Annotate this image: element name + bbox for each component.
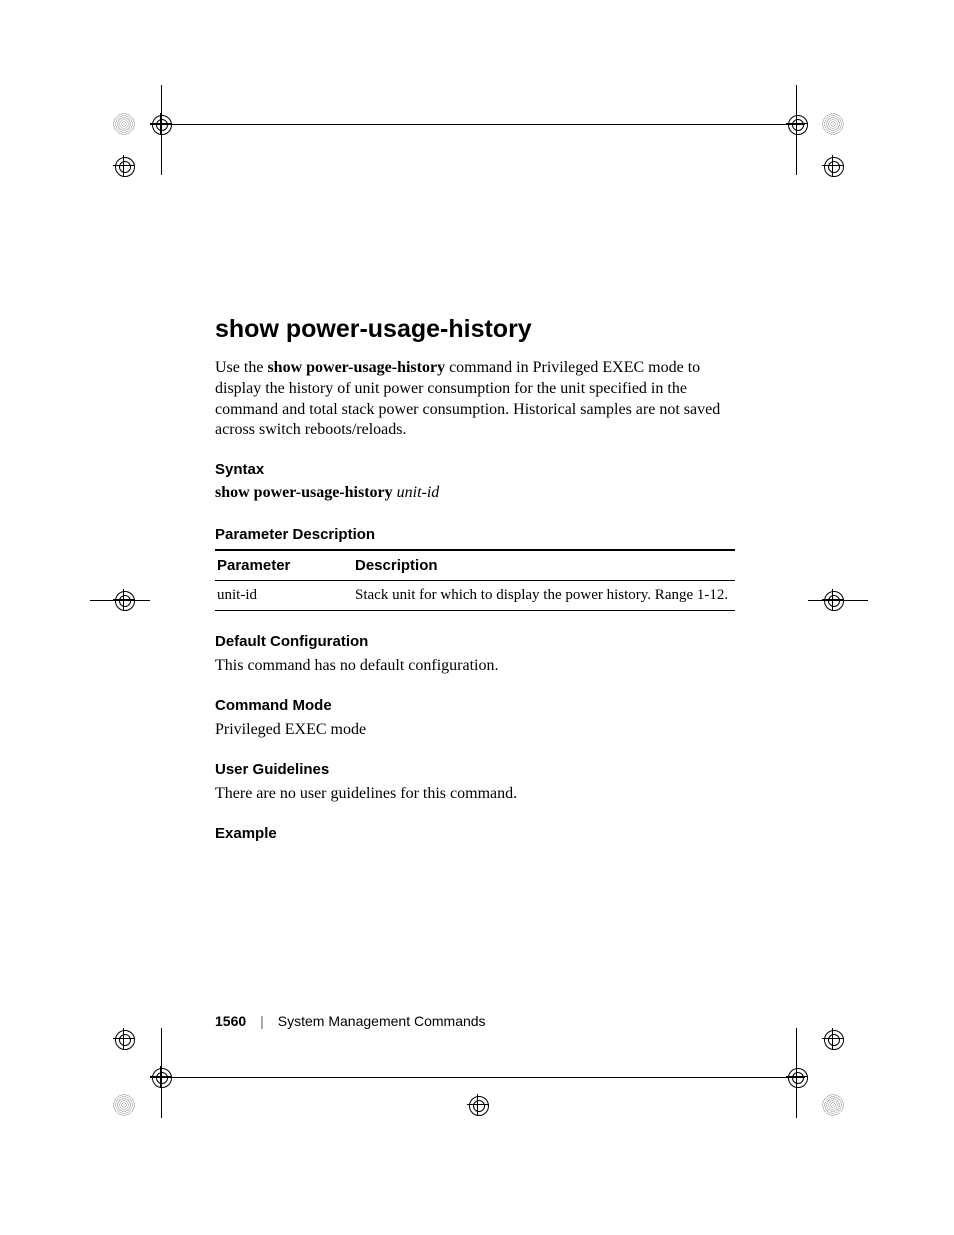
default-configuration-body: This command has no default configuratio…	[215, 656, 735, 677]
table-header-row: Parameter Description	[215, 550, 735, 581]
page-number: 1560	[215, 1013, 246, 1029]
halftone-dot-icon	[822, 1094, 844, 1116]
halftone-dot-icon	[113, 113, 135, 135]
intro-pre: Use the	[215, 359, 267, 376]
table-row: unit-id Stack unit for which to display …	[215, 581, 735, 611]
intro-paragraph: Use the show power-usage-history command…	[215, 358, 735, 441]
registration-mark-icon	[467, 1094, 489, 1116]
syntax-line: show power-usage-history unit-id	[215, 484, 735, 502]
user-guidelines-body: There are no user guidelines for this co…	[215, 784, 735, 805]
crop-line	[150, 124, 805, 125]
table-cell-parameter: unit-id	[215, 581, 353, 611]
registration-mark-icon	[822, 155, 844, 177]
crop-line	[161, 85, 162, 175]
syntax-heading: Syntax	[215, 461, 735, 478]
intro-command-name: show power-usage-history	[267, 359, 445, 376]
registration-mark-icon	[113, 1028, 135, 1050]
registration-mark-icon	[822, 1028, 844, 1050]
halftone-dot-icon	[113, 1094, 135, 1116]
crop-line	[90, 600, 150, 601]
crop-line	[796, 1028, 797, 1118]
command-title: show power-usage-history	[215, 315, 735, 344]
table-header-parameter: Parameter	[215, 550, 353, 581]
crop-line	[808, 600, 868, 601]
crop-line	[796, 85, 797, 175]
registration-mark-icon	[113, 155, 135, 177]
parameter-table: Parameter Description unit-id Stack unit…	[215, 549, 735, 611]
user-guidelines-heading: User Guidelines	[215, 761, 735, 778]
page-content: show power-usage-history Use the show po…	[215, 315, 735, 848]
command-mode-heading: Command Mode	[215, 697, 735, 714]
syntax-argument: unit-id	[397, 484, 440, 501]
chapter-name: System Management Commands	[278, 1013, 486, 1029]
table-header-description: Description	[353, 550, 735, 581]
footer-separator: |	[260, 1013, 264, 1029]
halftone-dot-icon	[822, 113, 844, 135]
example-heading: Example	[215, 825, 735, 842]
parameter-description-heading: Parameter Description	[215, 526, 735, 543]
crop-line	[161, 1028, 162, 1118]
syntax-command: show power-usage-history	[215, 484, 393, 501]
crop-line	[150, 1077, 805, 1078]
page-footer: 1560 | System Management Commands	[215, 1013, 735, 1029]
command-mode-body: Privileged EXEC mode	[215, 720, 735, 741]
table-cell-description: Stack unit for which to display the powe…	[353, 581, 735, 611]
default-configuration-heading: Default Configuration	[215, 633, 735, 650]
